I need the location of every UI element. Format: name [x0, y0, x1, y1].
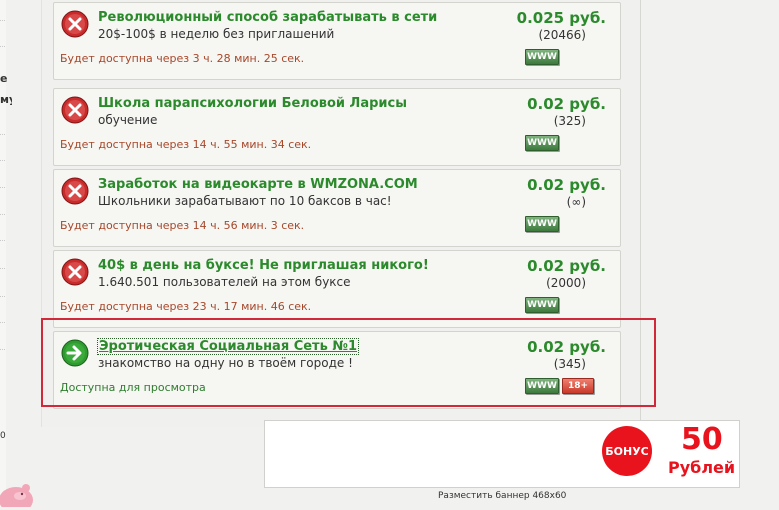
task-status: Будет доступна через 23 ч. 17 мин. 46 се… [60, 300, 312, 313]
task-title[interactable]: Революционный способ зарабатывать в сети [98, 10, 437, 25]
task-card: Заработок на видеокарте в WMZONA.COM Шко… [53, 169, 621, 247]
www-button[interactable]: WWW [525, 49, 559, 65]
x-circle-icon [61, 96, 89, 124]
sidebar-divider [0, 268, 5, 269]
sidebar-divider [0, 214, 5, 215]
highlight-box [41, 318, 656, 407]
www-button[interactable]: WWW [525, 297, 559, 313]
task-count: (2000) [546, 276, 586, 290]
task-card: 40$ в день на буксе! Не приглашая никого… [53, 250, 621, 328]
task-status: Будет доступна через 14 ч. 55 мин. 34 се… [60, 138, 312, 151]
sidebar-divider [0, 187, 5, 188]
sidebar-divider [0, 322, 5, 323]
task-subtitle: обучение [98, 113, 158, 127]
sidebar-text-fragment: му [0, 93, 12, 106]
task-title[interactable]: Заработок на видеокарте в WMZONA.COM [98, 177, 418, 192]
sidebar-divider [0, 349, 5, 350]
task-price: 0.02 руб. [527, 95, 606, 113]
task-subtitle: 20$-100$ в неделю без приглашений [98, 27, 335, 41]
ad-banner[interactable]: БОНУС 50 Рублей [264, 420, 740, 488]
task-subtitle: Школьники зарабатывают по 10 баксов в ча… [98, 194, 392, 208]
task-card: Школа парапсихологии Беловой Ларисы обуч… [53, 88, 621, 166]
task-card: Революционный способ зарабатывать в сети… [53, 2, 621, 80]
task-count: (∞) [566, 195, 586, 209]
sidebar-divider [0, 20, 5, 21]
x-circle-icon [61, 177, 89, 205]
sidebar-divider [0, 46, 5, 47]
x-circle-icon [61, 258, 89, 286]
task-price: 0.02 руб. [527, 176, 606, 194]
task-count: (325) [553, 114, 586, 128]
bonus-unit: Рублей [668, 458, 736, 477]
bonus-amount: 50 [681, 422, 723, 457]
www-button[interactable]: WWW [525, 216, 559, 232]
task-status: Будет доступна через 3 ч. 28 мин. 25 сек… [60, 52, 305, 65]
x-circle-icon [61, 10, 89, 38]
task-status: Будет доступна через 14 ч. 56 мин. 3 сек… [60, 219, 305, 232]
sidebar-text-fragment: е [0, 72, 8, 85]
sidebar-divider [0, 296, 5, 297]
bonus-badge: БОНУС [602, 426, 652, 476]
place-banner-link[interactable]: Разместить баннер 468x60 [438, 491, 566, 501]
sidebar-divider [0, 160, 5, 161]
task-count: (20466) [538, 28, 586, 42]
sidebar-divider [0, 240, 5, 241]
sidebar-divider [0, 134, 5, 135]
www-button[interactable]: WWW [525, 135, 559, 151]
piggy-bank-icon [0, 474, 34, 510]
sidebar-text-fragment: 0 [0, 431, 6, 441]
task-title[interactable]: 40$ в день на буксе! Не приглашая никого… [98, 258, 429, 273]
task-price: 0.02 руб. [527, 257, 606, 275]
task-price: 0.025 руб. [516, 9, 606, 27]
task-title[interactable]: Школа парапсихологии Беловой Ларисы [98, 96, 407, 111]
task-subtitle: 1.640.501 пользователей на этом буксе [98, 275, 351, 289]
